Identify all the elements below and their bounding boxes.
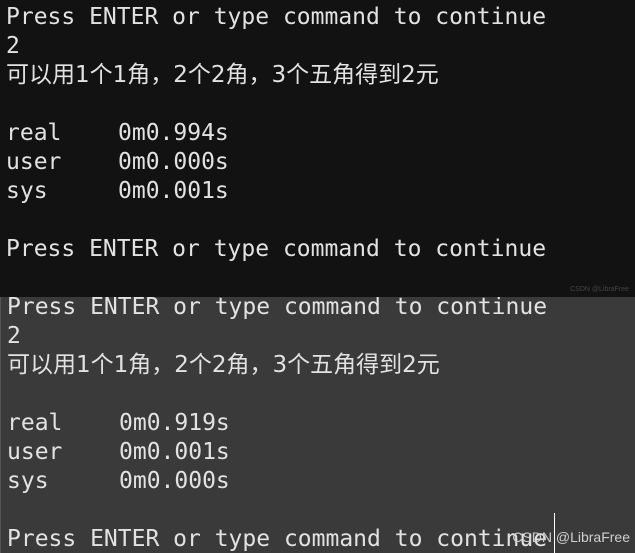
- timing-value: 0m0.000s: [119, 468, 230, 494]
- press-enter-prompt: Press ENTER or type command to continue: [6, 236, 547, 262]
- terminal-pane-top: Press ENTER or type command to continue …: [0, 0, 635, 297]
- timing-label: user: [7, 439, 63, 465]
- input-echo: 2: [7, 323, 21, 349]
- timing-value: 0m0.001s: [119, 439, 230, 465]
- timing-user: user 0m0.000s: [6, 148, 229, 177]
- timing-value: 0m0.001s: [118, 178, 229, 204]
- input-echo: 2: [6, 33, 20, 59]
- timing-sys: sys 0m0.000s: [7, 467, 230, 496]
- timing-user: user 0m0.001s: [7, 438, 230, 467]
- watermark: CSDN @LibraFree: [570, 286, 629, 293]
- timing-label: real: [6, 120, 62, 146]
- timing-value: 0m0.994s: [118, 120, 229, 146]
- press-enter-prompt: Press ENTER or type command to continue: [6, 4, 547, 30]
- timing-real: real 0m0.994s: [6, 119, 229, 148]
- timing-sys: sys 0m0.001s: [6, 177, 229, 206]
- press-enter-prompt: Press ENTER or type command to continue: [7, 526, 548, 552]
- timing-label: sys: [6, 178, 48, 204]
- terminal-pane-bottom: Press ENTER or type command to continue …: [0, 297, 635, 553]
- timing-real: real 0m0.919s: [7, 409, 230, 438]
- result-line: 可以用1个1角，2个2角，3个五角得到2元: [7, 352, 440, 378]
- timing-value: 0m0.000s: [118, 149, 229, 175]
- press-enter-prompt: Press ENTER or type command to continue: [7, 297, 548, 320]
- result-line: 可以用1个1角，2个2角，3个五角得到2元: [6, 62, 439, 88]
- watermark: CSDN @LibraFree: [512, 529, 630, 545]
- timing-label: sys: [7, 468, 49, 494]
- timing-value: 0m0.919s: [119, 410, 230, 436]
- timing-label: user: [6, 149, 62, 175]
- timing-label: real: [7, 410, 63, 436]
